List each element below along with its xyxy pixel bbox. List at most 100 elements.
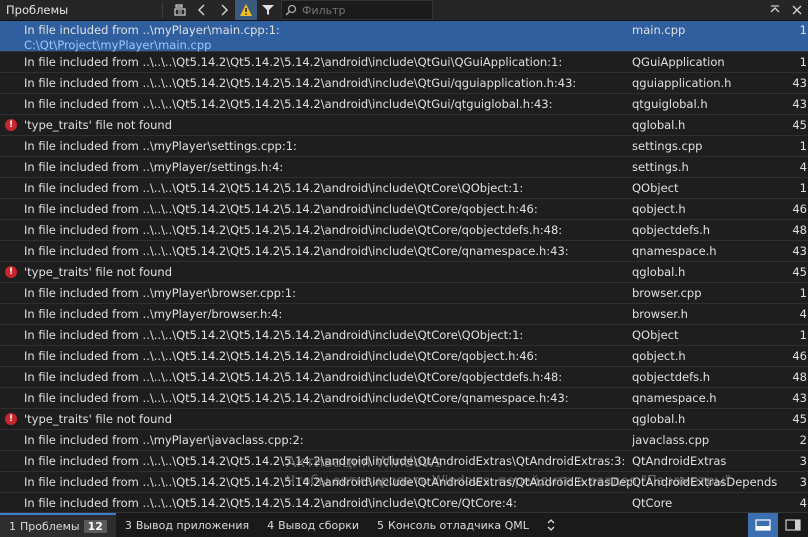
issue-row[interactable]: In file included from ..\myPlayer\javacl… — [0, 430, 808, 451]
issue-row[interactable]: In file included from ..\..\..\Qt5.14.2\… — [0, 388, 808, 409]
issue-text: 'type_traits' file not found — [24, 412, 173, 426]
issue-description: In file included from ..\..\..\Qt5.14.2\… — [22, 454, 632, 468]
issue-row[interactable]: In file included from ..\..\..\Qt5.14.2\… — [0, 325, 808, 346]
tab-number: 4 — [267, 518, 275, 532]
issue-description: In file included from ..\..\..\Qt5.14.2\… — [22, 97, 632, 111]
issue-description: In file included from ..\..\..\Qt5.14.2\… — [22, 244, 632, 258]
issue-description: In file included from ..\myPlayer\settin… — [22, 139, 632, 153]
issue-line: 46 — [792, 202, 807, 216]
up-down-chevron-icon[interactable] — [538, 513, 564, 537]
tab-problems[interactable]: 1 Проблемы 12 — [0, 513, 116, 537]
issue-line: 43 — [792, 76, 807, 90]
issue-line: 43 — [792, 97, 807, 111]
toggle-output-pane-icon[interactable] — [748, 513, 778, 537]
issue-text: In file included from ..\..\..\Qt5.14.2\… — [24, 349, 538, 363]
issue-line: 3 — [799, 454, 807, 468]
issue-row[interactable]: In file included from ..\..\..\Qt5.14.2\… — [0, 94, 808, 115]
issue-file: main.cpp — [632, 23, 686, 37]
issue-row[interactable]: In file included from ..\myPlayer/browse… — [0, 304, 808, 325]
funnel-icon[interactable] — [257, 0, 279, 20]
issue-description: In file included from ..\..\..\Qt5.14.2\… — [22, 391, 632, 405]
error-icon: ! — [5, 266, 17, 278]
issue-row[interactable]: In file included from ..\..\..\Qt5.14.2\… — [0, 346, 808, 367]
issue-file: qobjectdefs.h — [632, 370, 711, 384]
issue-text: In file included from ..\..\..\Qt5.14.2\… — [24, 97, 553, 111]
issue-description: In file included from ..\..\..\Qt5.14.2\… — [22, 202, 632, 216]
tab-label: Консоль отладчика QML — [388, 518, 529, 532]
issue-text: In file included from ..\myPlayer\javacl… — [24, 433, 304, 447]
issue-row[interactable]: In file included from ..\..\..\Qt5.14.2\… — [0, 451, 808, 472]
tab-number: 1 — [9, 519, 16, 533]
issue-row[interactable]: In file included from ..\..\..\Qt5.14.2\… — [0, 199, 808, 220]
issue-line: 1 — [799, 181, 807, 195]
issue-row[interactable]: In file included from ..\..\..\Qt5.14.2\… — [0, 73, 808, 94]
issue-row[interactable]: In file included from ..\..\..\Qt5.14.2\… — [0, 220, 808, 241]
issue-row[interactable]: In file included from ..\..\..\Qt5.14.2\… — [0, 52, 808, 73]
filter-input[interactable] — [300, 2, 414, 18]
issue-file-path[interactable]: C:\Qt\Project\myPlayer\main.cpp — [24, 38, 632, 52]
issue-line: 1 — [799, 286, 807, 300]
tab-label: Вывод приложения — [135, 518, 250, 532]
issue-row[interactable]: ! 'type_traits' file not found qglobal.h 45 — [0, 115, 808, 136]
issue-row[interactable]: In file included from ..\myPlayer\main.c… — [0, 21, 808, 52]
tab-application-output[interactable]: 3 Вывод приложения — [116, 513, 258, 537]
error-icon: ! — [0, 266, 22, 278]
toggle-sidebar-icon[interactable] — [778, 513, 808, 537]
issue-description: In file included from ..\myPlayer\main.c… — [22, 21, 632, 52]
issue-text: In file included from ..\..\..\Qt5.14.2\… — [24, 328, 524, 342]
tab-compile-output[interactable]: 4 Вывод сборки — [258, 513, 368, 537]
tab-qml-debugger-console[interactable]: 5 Консоль отладчика QML — [368, 513, 538, 537]
issue-description: In file included from ..\..\..\Qt5.14.2\… — [22, 76, 632, 90]
issue-description: In file included from ..\myPlayer/browse… — [22, 307, 632, 321]
issue-row[interactable]: In file included from ..\myPlayer\browse… — [0, 283, 808, 304]
issue-row[interactable]: In file included from ..\..\..\Qt5.14.2\… — [0, 367, 808, 388]
close-icon[interactable] — [786, 0, 808, 20]
issue-text: In file included from ..\myPlayer/browse… — [24, 307, 283, 321]
issue-row[interactable]: In file included from ..\..\..\Qt5.14.2\… — [0, 472, 808, 493]
warning-filter-icon[interactable] — [235, 0, 257, 20]
maximize-icon[interactable] — [764, 0, 786, 20]
issue-file: QtCore — [632, 496, 673, 510]
issue-file: qguiapplication.h — [632, 76, 732, 90]
issue-text: In file included from ..\..\..\Qt5.14.2\… — [24, 454, 626, 468]
issue-row[interactable]: ! 'type_traits' file not found qglobal.h 45 — [0, 262, 808, 283]
issue-description: In file included from ..\..\..\Qt5.14.2\… — [22, 349, 632, 363]
issue-row[interactable]: In file included from ..\..\..\Qt5.14.2\… — [0, 493, 808, 513]
issue-line: 3 — [799, 475, 807, 489]
issue-description: In file included from ..\..\..\Qt5.14.2\… — [22, 496, 632, 510]
next-arrow-icon[interactable] — [213, 0, 235, 20]
issue-description: 'type_traits' file not found — [22, 265, 632, 279]
issue-line: 1 — [799, 55, 807, 69]
prev-arrow-icon[interactable] — [191, 0, 213, 20]
issue-line: 1 — [799, 139, 807, 153]
issue-row[interactable]: In file included from ..\myPlayer\settin… — [0, 136, 808, 157]
tab-number: 5 — [377, 518, 385, 532]
panel-title: Проблемы — [6, 3, 69, 17]
issue-row[interactable]: In file included from ..\myPlayer/settin… — [0, 157, 808, 178]
issue-line: 4 — [799, 160, 807, 174]
issue-file: qglobal.h — [632, 412, 686, 426]
tab-label: Вывод сборки — [278, 518, 360, 532]
issue-file: QtAndroidExtrasDepends — [632, 475, 777, 489]
issue-line: 2 — [799, 433, 807, 447]
issue-row[interactable]: In file included from ..\..\..\Qt5.14.2\… — [0, 178, 808, 199]
issue-row[interactable]: ! 'type_traits' file not found qglobal.h 45 — [0, 409, 808, 430]
issue-line: 48 — [792, 370, 807, 384]
issue-text: 'type_traits' file not found — [24, 265, 173, 279]
issue-line: 1 — [799, 328, 807, 342]
issue-file: qtguiglobal.h — [632, 97, 708, 111]
toolbar-divider — [162, 2, 163, 18]
issue-description: In file included from ..\..\..\Qt5.14.2\… — [22, 223, 632, 237]
filter-box[interactable] — [281, 0, 433, 20]
issue-file: settings.cpp — [632, 139, 703, 153]
issue-text: In file included from ..\..\..\Qt5.14.2\… — [24, 55, 563, 69]
issue-file: qnamespace.h — [632, 391, 717, 405]
issue-row[interactable]: In file included from ..\..\..\Qt5.14.2\… — [0, 241, 808, 262]
issue-file: qglobal.h — [632, 118, 686, 132]
issue-file: qnamespace.h — [632, 244, 717, 258]
issue-text: In file included from ..\myPlayer\settin… — [24, 139, 297, 153]
issue-description: In file included from ..\..\..\Qt5.14.2\… — [22, 181, 632, 195]
issue-line: 45 — [792, 412, 807, 426]
clean-icon[interactable] — [169, 0, 191, 20]
issue-file: QtAndroidExtras — [632, 454, 727, 468]
